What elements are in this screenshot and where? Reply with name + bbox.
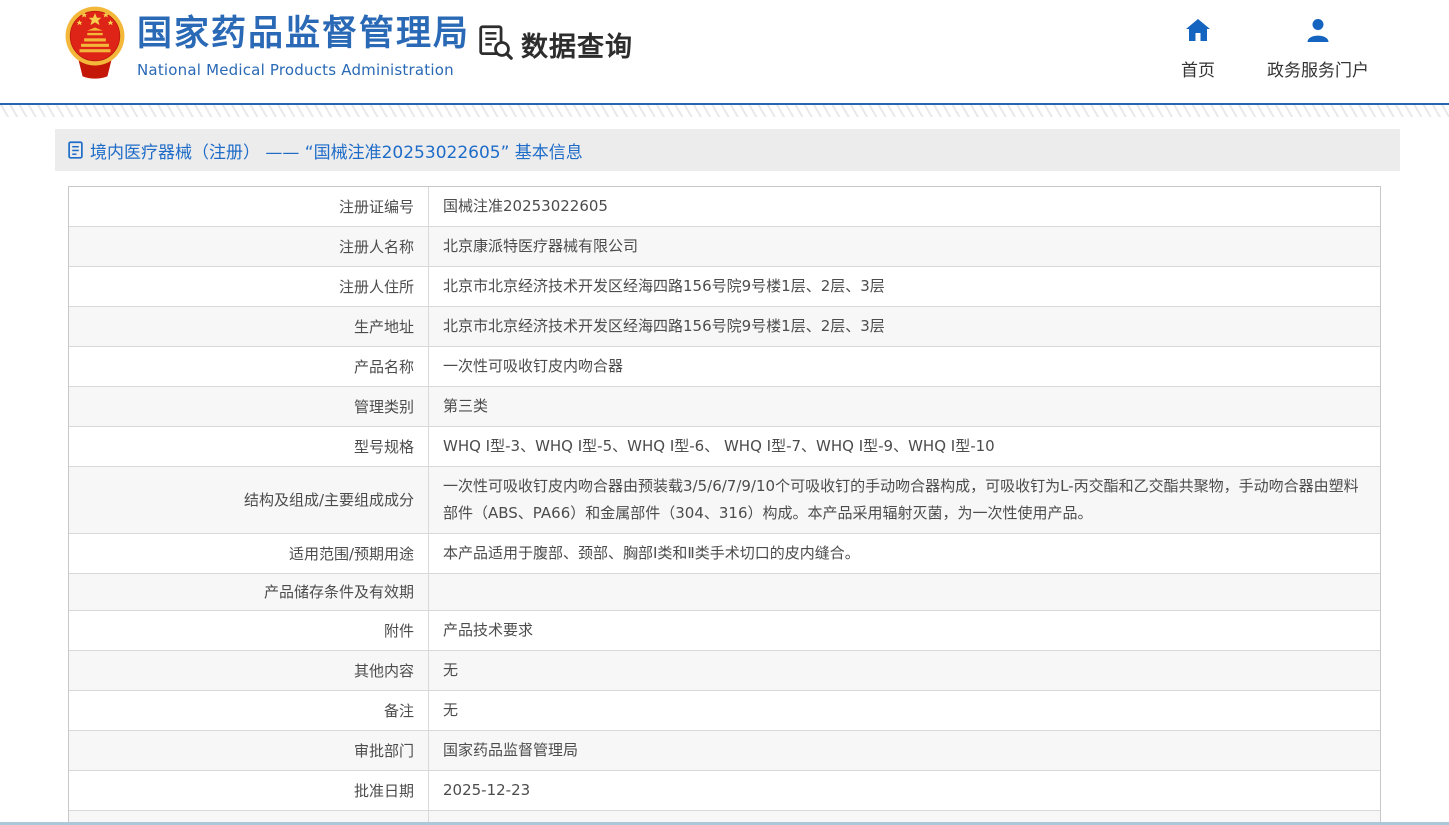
- table-row: 审批部门国家药品监督管理局: [69, 731, 1380, 771]
- row-label: 适用范围/预期用途: [69, 534, 429, 573]
- row-value: 本产品适用于腹部、颈部、胸部Ⅰ类和Ⅱ类手术切口的皮内缝合。: [429, 534, 1380, 573]
- row-label: 审批部门: [69, 731, 429, 770]
- row-label: 注册人住所: [69, 267, 429, 306]
- table-row: 型号规格WHQ I型-3、WHQ I型-5、WHQ I型-6、 WHQ I型-7…: [69, 427, 1380, 467]
- table-row: 管理类别第三类: [69, 387, 1380, 427]
- table-row: 附件产品技术要求: [69, 611, 1380, 651]
- detail-table: 注册证编号国械注准20253022605注册人名称北京康派特医疗器械有限公司注册…: [68, 186, 1381, 825]
- row-label: 产品储存条件及有效期: [69, 574, 429, 610]
- row-label: 附件: [69, 611, 429, 650]
- table-row: 批准日期2025-12-23: [69, 771, 1380, 811]
- table-row: 其他内容无: [69, 651, 1380, 691]
- table-row: 注册人住所北京市北京经济技术开发区经海四路156号院9号楼1层、2层、3层: [69, 267, 1380, 307]
- row-value: 北京市北京经济技术开发区经海四路156号院9号楼1层、2层、3层: [429, 307, 1380, 346]
- nav-item-home[interactable]: 首页: [1181, 17, 1215, 81]
- row-value: 无: [429, 651, 1380, 690]
- table-row: 适用范围/预期用途本产品适用于腹部、颈部、胸部Ⅰ类和Ⅱ类手术切口的皮内缝合。: [69, 534, 1380, 574]
- row-value: WHQ I型-3、WHQ I型-5、WHQ I型-6、 WHQ I型-7、WHQ…: [429, 427, 1380, 466]
- org-title-block: 国家药品监督管理局 National Medical Products Admi…: [137, 15, 470, 79]
- row-label: 结构及组成/主要组成成分: [69, 467, 429, 533]
- top-nav: 首页 政务服务门户: [1181, 17, 1369, 81]
- org-title-en: National Medical Products Administration: [137, 61, 470, 79]
- home-icon: [1185, 17, 1211, 47]
- page-title: 境内医疗器械（注册） —— “国械注准20253022605” 基本信息: [90, 138, 583, 163]
- row-value: 2025-12-23: [429, 771, 1380, 810]
- nav-item-gov-portal[interactable]: 政务服务门户: [1267, 17, 1369, 81]
- row-label: 生产地址: [69, 307, 429, 346]
- china-national-emblem-icon[interactable]: [64, 5, 126, 81]
- row-label: 其他内容: [69, 651, 429, 690]
- data-query-label: 数据查询: [521, 25, 633, 64]
- row-value: 北京市北京经济技术开发区经海四路156号院9号楼1层、2层、3层: [429, 267, 1380, 306]
- page: 国家药品监督管理局 National Medical Products Admi…: [0, 0, 1449, 825]
- table-row: 注册证编号国械注准20253022605: [69, 187, 1380, 227]
- breadcrumb: 境内医疗器械（注册） —— “国械注准20253022605” 基本信息: [55, 129, 1400, 171]
- row-value: 国械注准20253022605: [429, 187, 1380, 226]
- org-title-zh: 国家药品监督管理局: [137, 15, 470, 54]
- decorative-hatch-band: [0, 105, 1449, 117]
- row-value: 无: [429, 691, 1380, 730]
- row-value: [429, 574, 1380, 610]
- nav-gov-portal-label: 政务服务门户: [1267, 56, 1369, 81]
- table-row: 产品储存条件及有效期: [69, 574, 1380, 611]
- user-icon: [1305, 17, 1331, 47]
- row-value: 一次性可吸收钉皮内吻合器由预装载3/5/6/7/9/10个可吸收钉的手动吻合器构…: [429, 467, 1380, 533]
- nav-home-label: 首页: [1181, 56, 1215, 81]
- table-row: 备注无: [69, 691, 1380, 731]
- table-row: 生产地址北京市北京经济技术开发区经海四路156号院9号楼1层、2层、3层: [69, 307, 1380, 347]
- data-query-icon: [477, 24, 514, 65]
- row-value: 北京康派特医疗器械有限公司: [429, 227, 1380, 266]
- row-value: 产品技术要求: [429, 611, 1380, 650]
- row-label: 管理类别: [69, 387, 429, 426]
- row-label: 备注: [69, 691, 429, 730]
- row-label: 注册证编号: [69, 187, 429, 226]
- site-header: 国家药品监督管理局 National Medical Products Admi…: [0, 0, 1449, 103]
- row-label: 产品名称: [69, 347, 429, 386]
- row-label: 注册人名称: [69, 227, 429, 266]
- table-row: 注册人名称北京康派特医疗器械有限公司: [69, 227, 1380, 267]
- data-query-module: 数据查询: [477, 24, 633, 65]
- row-label: 批准日期: [69, 771, 429, 810]
- table-row: 结构及组成/主要组成成分一次性可吸收钉皮内吻合器由预装载3/5/6/7/9/10…: [69, 467, 1380, 534]
- table-row: 产品名称一次性可吸收钉皮内吻合器: [69, 347, 1380, 387]
- row-label: 型号规格: [69, 427, 429, 466]
- row-value: 一次性可吸收钉皮内吻合器: [429, 347, 1380, 386]
- row-value: 第三类: [429, 387, 1380, 426]
- document-icon: [68, 141, 83, 159]
- row-value: 国家药品监督管理局: [429, 731, 1380, 770]
